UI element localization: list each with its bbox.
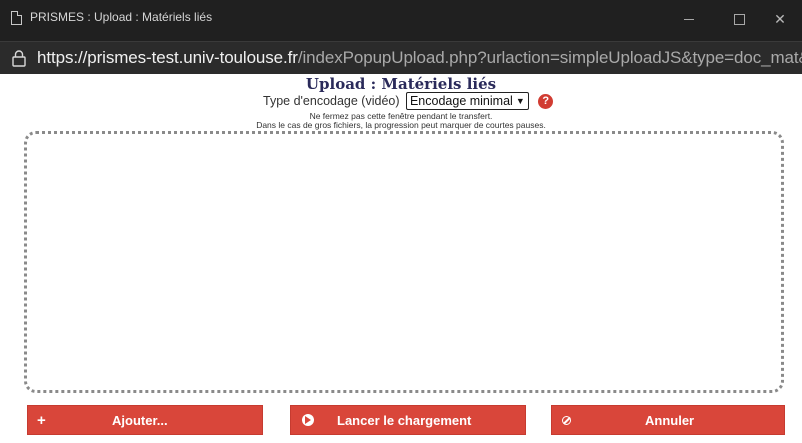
maximize-button[interactable] bbox=[723, 6, 755, 32]
lock-icon bbox=[12, 50, 26, 67]
progress-note: Dans le cas de gros fichiers, la progres… bbox=[256, 120, 546, 130]
close-button[interactable]: ✕ bbox=[764, 6, 796, 32]
chevron-down-icon: ▼ bbox=[515, 96, 525, 106]
address-bar[interactable]: https://prismes-test.univ-toulouse.fr/in… bbox=[0, 41, 802, 74]
minimize-button[interactable] bbox=[673, 6, 705, 32]
encoding-select[interactable]: Encodage minimal ▼ bbox=[405, 92, 529, 110]
encoding-row: Type d'encodage (vidéo) Encodage minimal… bbox=[263, 92, 554, 110]
help-icon[interactable]: ? bbox=[538, 93, 554, 109]
plus-icon: + bbox=[37, 412, 46, 429]
cancel-label: Annuler bbox=[645, 413, 695, 428]
play-icon bbox=[302, 414, 314, 426]
start-upload-label: Lancer le chargement bbox=[337, 413, 472, 428]
url-text[interactable]: https://prismes-test.univ-toulouse.fr/in… bbox=[37, 48, 802, 68]
cancel-button[interactable]: Annuler bbox=[551, 405, 785, 435]
add-files-button[interactable]: + Ajouter... bbox=[27, 405, 263, 435]
document-icon bbox=[11, 11, 22, 25]
cancel-icon bbox=[562, 416, 571, 425]
page-title: Upload : Matériels liés bbox=[305, 75, 497, 93]
window-title-bar: PRISMES : Upload : Matériels liés ✕ bbox=[0, 0, 802, 41]
start-upload-button[interactable]: Lancer le chargement bbox=[290, 405, 526, 435]
url-path: /indexPopupUpload.php?urlaction=simpleUp… bbox=[297, 48, 802, 67]
encoding-label: Type d'encodage (vidéo) bbox=[263, 94, 400, 108]
add-files-label: Ajouter... bbox=[112, 413, 168, 428]
encoding-select-value: Encodage minimal bbox=[409, 94, 513, 108]
url-host: https://prismes-test.univ-toulouse.fr bbox=[37, 48, 298, 67]
window-title: PRISMES : Upload : Matériels liés bbox=[30, 10, 213, 24]
file-drop-zone[interactable] bbox=[24, 131, 784, 393]
